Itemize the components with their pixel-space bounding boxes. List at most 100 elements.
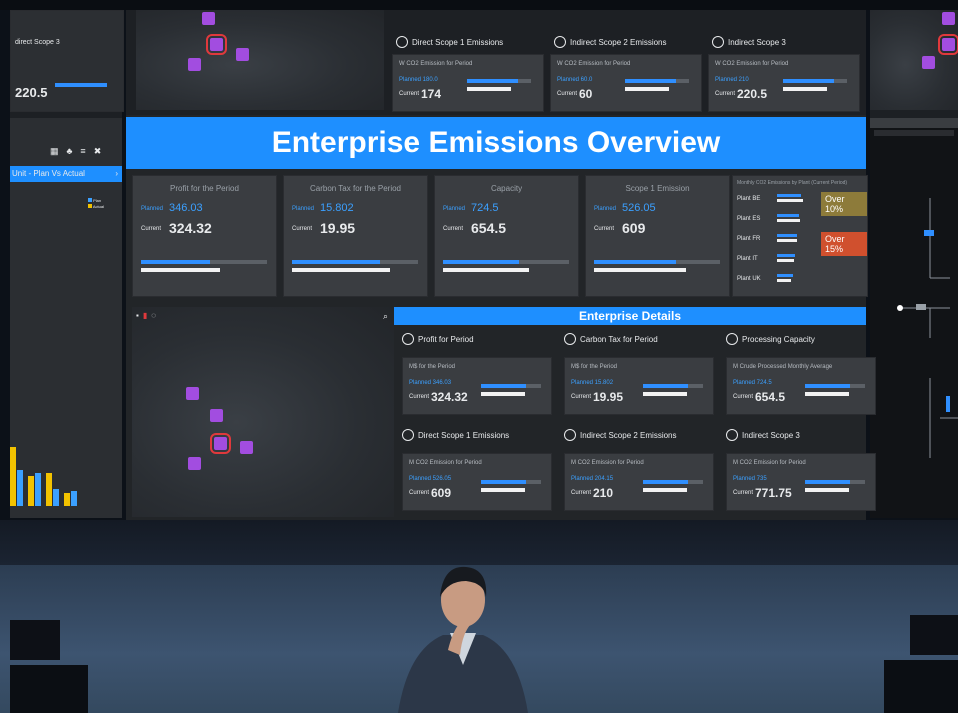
actual-bar <box>35 473 41 506</box>
kpi-tile[interactable]: Carbon Tax for the Period Planned 15.802 Cu… <box>283 175 428 297</box>
plant-name: Plant BE <box>737 196 761 202</box>
europe-map[interactable]: ▪ ▮ ◌ ⌕ <box>132 307 394 517</box>
menu-icon[interactable]: ≡ <box>80 146 85 157</box>
plant-bar-actual <box>777 239 797 242</box>
kpi-planned-value: 724.5 <box>471 202 499 214</box>
actual-bar <box>71 491 77 506</box>
site-marker[interactable] <box>188 457 201 470</box>
plant-bar-plan <box>777 234 797 237</box>
operator-person <box>398 566 528 713</box>
detail-title: Indirect Scope 2 Emissions <box>580 430 677 440</box>
enterprise-details-title: Enterprise Details <box>394 307 866 325</box>
top-card-current: 174 <box>421 87 442 101</box>
chair <box>910 615 958 655</box>
kpi-label: Scope 1 Emission <box>625 184 690 193</box>
left-legend: Plan Actual <box>88 198 104 210</box>
kpi-bar-track <box>443 260 569 264</box>
detail-current-label: Current <box>409 490 430 496</box>
chat-icon[interactable]: ◌ <box>151 311 156 320</box>
actual-bar <box>17 470 23 506</box>
site-marker[interactable] <box>240 441 253 454</box>
grid-icon[interactable]: ▦ <box>50 146 59 157</box>
site-marker[interactable] <box>922 56 935 69</box>
plant-rows: Plant BE Over 10% Plant ES Plant FR Over 15%… <box>737 192 867 294</box>
layers-icon[interactable]: ▪ <box>136 311 139 320</box>
kpi-bar-track <box>594 260 720 264</box>
detail-card[interactable]: M$ for the Period Planned 15.802 Current 19… <box>564 357 714 415</box>
detail-card[interactable]: M CO2 Emission for Period Planned 526.05 C… <box>402 453 552 511</box>
top-strip-screen: Direct Scope 1 Emissions W CO2 Emission f… <box>126 10 866 115</box>
detail-card[interactable]: M CO2 Emission for Period Planned 204.15 C… <box>564 453 714 511</box>
app-menubar <box>874 130 954 136</box>
top-card-header: Indirect Scope 3 <box>712 36 786 48</box>
left-toolbar: ▦ ♣ ≡ ✖ <box>50 146 101 157</box>
right-map <box>870 10 958 110</box>
kpi-planned-label: Planned <box>292 206 315 212</box>
flag-icon[interactable]: ▮ <box>143 311 147 320</box>
detail-card[interactable]: M CO2 Emission for Period Planned 735 Curr… <box>726 453 876 511</box>
left-panel-header[interactable]: Unit - Plan Vs Actual › <box>10 166 122 182</box>
top-card-bar <box>625 79 689 83</box>
plant-bar-actual <box>777 259 794 262</box>
right-screen <box>870 10 958 518</box>
main-title: Enterprise Emissions Overview <box>126 117 866 169</box>
kpi-label: Carbon Tax for the Period <box>309 184 401 193</box>
plant-emissions-title: Monthly CO2 Emissions by Plant (Current … <box>737 180 848 186</box>
site-marker[interactable] <box>188 58 201 71</box>
kpi-current-label: Current <box>141 226 162 232</box>
top-card-sub: W CO2 Emission for Period <box>715 61 789 67</box>
plant-bar-plan <box>777 214 799 217</box>
plant-alert-badge[interactable]: Over 15% <box>821 232 867 256</box>
plan-bar <box>10 447 16 506</box>
detail-card[interactable]: M$ for the Period Planned 346.03 Current 32… <box>402 357 552 415</box>
kpi-planned-label: Planned <box>594 206 617 212</box>
top-card-bar-current <box>783 87 827 91</box>
top-card-title: Direct Scope 1 Emissions <box>412 37 504 47</box>
top-card[interactable]: W CO2 Emission for Period Planned 180.0 Cu… <box>392 54 544 112</box>
site-marker[interactable] <box>210 409 223 422</box>
detail-sub: M CO2 Emission for Period <box>733 460 806 466</box>
selected-site-marker[interactable] <box>938 34 958 55</box>
detail-header: Processing Capacity <box>726 333 815 345</box>
detail-card[interactable]: M Crude Processed Monthly Average Planned… <box>726 357 876 415</box>
detail-header: Indirect Scope 2 Emissions <box>564 429 677 441</box>
kpi-label: Profit for the Period <box>170 184 239 193</box>
top-card[interactable]: W CO2 Emission for Period Planned 210 Curr… <box>708 54 860 112</box>
plant-bar-actual <box>777 219 800 222</box>
search-icon[interactable]: ⌕ <box>383 311 388 322</box>
kpi-bar-fill <box>594 260 676 264</box>
top-card-planned: Planned 60.0 <box>557 77 593 83</box>
legend-plan: Plan <box>93 198 102 203</box>
detail-current-label: Current <box>733 490 754 496</box>
selected-site-marker[interactable] <box>206 34 227 55</box>
site-marker[interactable] <box>202 12 215 25</box>
top-card[interactable]: W CO2 Emission for Period Planned 60.0 Cur… <box>550 54 702 112</box>
selected-site-marker[interactable] <box>210 433 231 454</box>
process-diagram <box>897 198 958 458</box>
kpi-current-value: 609 <box>622 220 646 236</box>
kpi-bar-fill <box>141 260 211 264</box>
bell-icon[interactable]: ♣ <box>67 146 73 157</box>
legend-actual: Actual <box>92 204 105 209</box>
scope2-icon <box>564 429 576 441</box>
kpi-tile[interactable]: Profit for the Period Planned 346.03 Curren… <box>132 175 277 297</box>
detail-planned: Planned 15.802 <box>571 380 614 386</box>
chevron-right-icon[interactable]: › <box>115 166 118 182</box>
kpi-tile[interactable]: Scope 1 Emission Planned 526.05 Current 609 <box>585 175 730 297</box>
kpi-tile[interactable]: Capacity Planned 724.5 Current 654.5 <box>434 175 579 297</box>
detail-bar <box>643 384 703 388</box>
kpi-current-value: 324.32 <box>169 220 212 236</box>
detail-sub: M Crude Processed Monthly Average <box>733 364 833 370</box>
close-icon[interactable]: ✖ <box>94 146 102 157</box>
detail-current: 771.75 <box>755 486 792 500</box>
plan-bar <box>64 493 70 506</box>
site-marker[interactable] <box>942 12 955 25</box>
plant-bar-actual <box>777 279 791 282</box>
site-marker[interactable] <box>236 48 249 61</box>
left-chart-panel: ▦ ♣ ≡ ✖ Unit - Plan Vs Actual › Plan Act… <box>10 118 122 518</box>
plant-bar-plan <box>777 194 801 197</box>
plant-alert-badge[interactable]: Over 10% <box>821 192 867 216</box>
enterprise-details-grid: Profit for Period M$ for the Period Planne… <box>394 327 876 517</box>
detail-header: Direct Scope 1 Emissions <box>402 429 509 441</box>
site-marker[interactable] <box>186 387 199 400</box>
